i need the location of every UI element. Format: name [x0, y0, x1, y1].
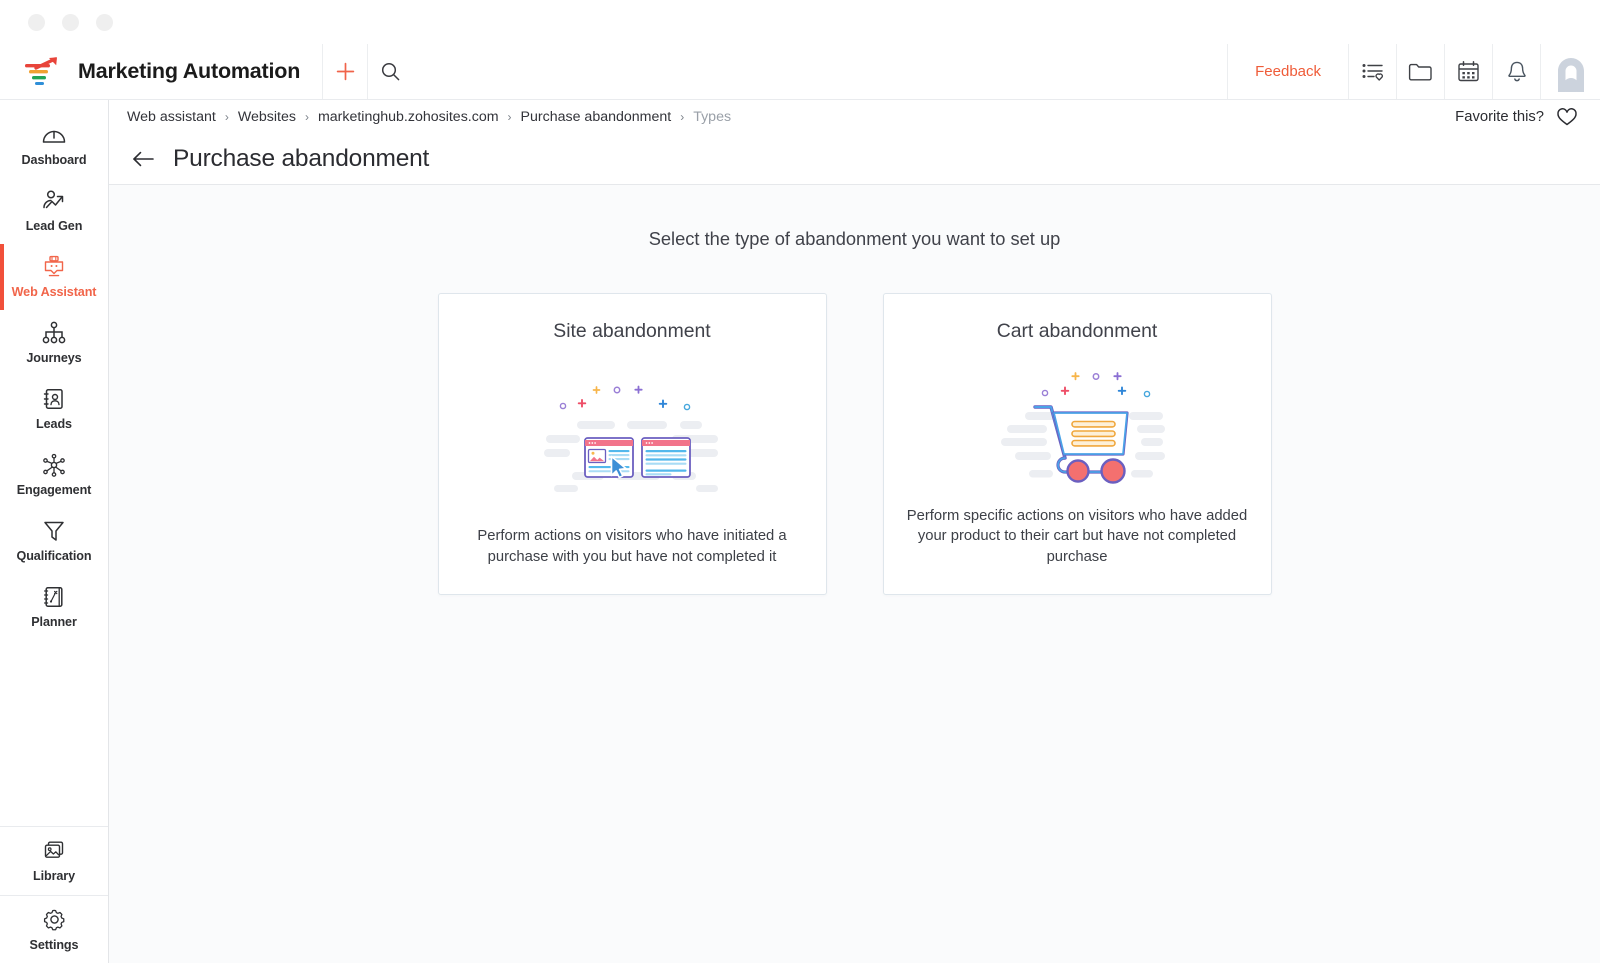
- two-browser-windows-with-cursor-illustration: [532, 372, 732, 497]
- favorite-this-button[interactable]: Favorite this?: [1455, 100, 1578, 134]
- window-close-dot[interactable]: [28, 14, 45, 31]
- breadcrumb-item-purchase-abandonment[interactable]: Purchase abandonment: [521, 109, 672, 125]
- breadcrumb-item-site[interactable]: marketinghub.zohosites.com: [318, 109, 499, 125]
- sidebar-primary-nav: Dashboard Lead Gen: [0, 100, 108, 640]
- sidebar-item-label: Lead Gen: [26, 219, 83, 233]
- breadcrumb-separator: ›: [508, 110, 512, 124]
- back-arrow-icon: [131, 150, 155, 168]
- saved-list-button[interactable]: [1348, 44, 1396, 99]
- sidebar-secondary-nav: Library Settings: [0, 826, 108, 963]
- calendar-button[interactable]: [1444, 44, 1492, 99]
- search-button[interactable]: [367, 44, 412, 99]
- favorite-label: Favorite this?: [1455, 109, 1544, 125]
- sidebar-item-web-assistant[interactable]: Web Assistant: [0, 244, 108, 310]
- brand[interactable]: Marketing Automation: [0, 44, 322, 99]
- folder-icon: [1408, 61, 1433, 83]
- card-cart-abandonment[interactable]: Cart abandonment: [883, 293, 1272, 595]
- shopping-cart-illustration: [977, 362, 1177, 487]
- sidebar-item-label: Leads: [36, 417, 72, 431]
- search-icon: [380, 61, 401, 82]
- gauge-icon: [41, 123, 67, 147]
- sidebar-item-qualification[interactable]: Qualification: [0, 508, 108, 574]
- card-site-abandonment[interactable]: Site abandonment: [438, 293, 827, 595]
- sidebar-item-label: Library: [33, 869, 75, 883]
- sidebar-item-label: Journeys: [26, 351, 81, 365]
- breadcrumb-separator: ›: [225, 110, 229, 124]
- list-favorite-icon: [1361, 61, 1385, 83]
- header-spacer: [412, 44, 1227, 99]
- sidebar-item-lead-gen[interactable]: Lead Gen: [0, 178, 108, 244]
- notifications-button[interactable]: [1492, 44, 1540, 99]
- main-column: Web assistant › Websites › marketinghub.…: [109, 100, 1600, 963]
- back-button[interactable]: [131, 150, 155, 168]
- sidebar: Dashboard Lead Gen: [0, 100, 109, 963]
- library-icon: [41, 839, 67, 863]
- breadcrumb: Web assistant › Websites › marketinghub.…: [109, 100, 1600, 134]
- sidebar-item-label: Settings: [30, 938, 79, 952]
- lead-gen-icon: [40, 189, 68, 213]
- sidebar-item-label: Engagement: [17, 483, 92, 497]
- sidebar-item-journeys[interactable]: Journeys: [0, 310, 108, 376]
- zoho-marketing-arrow-logo-icon: [22, 55, 64, 89]
- content-canvas: Select the type of abandonment you want …: [109, 185, 1600, 963]
- card-title: Site abandonment: [553, 320, 710, 343]
- sidebar-item-dashboard[interactable]: Dashboard: [0, 112, 108, 178]
- sidebar-item-settings[interactable]: Settings: [0, 895, 108, 963]
- calendar-icon: [1457, 60, 1480, 83]
- app-title: Marketing Automation: [78, 59, 300, 84]
- sidebar-item-engagement[interactable]: Engagement: [0, 442, 108, 508]
- sidebar-item-label: Web Assistant: [12, 285, 97, 299]
- body: Dashboard Lead Gen: [0, 100, 1600, 963]
- window-maximize-dot[interactable]: [96, 14, 113, 31]
- funnel-icon: [42, 519, 66, 543]
- add-button[interactable]: [322, 44, 367, 99]
- engagement-icon: [41, 453, 67, 477]
- card-title: Cart abandonment: [997, 320, 1158, 343]
- plus-icon: [335, 61, 356, 82]
- sidebar-item-library[interactable]: Library: [0, 827, 108, 895]
- files-button[interactable]: [1396, 44, 1444, 99]
- web-assistant-icon: [41, 255, 67, 279]
- card-description: Perform actions on visitors who have ini…: [439, 526, 826, 567]
- breadcrumb-item-types: Types: [693, 109, 731, 125]
- heart-icon: [1556, 107, 1578, 127]
- gear-icon: [42, 907, 67, 932]
- planner-icon: [42, 585, 66, 609]
- journeys-icon: [41, 321, 67, 345]
- feedback-button[interactable]: Feedback: [1227, 44, 1348, 99]
- avatar-button[interactable]: [1540, 44, 1600, 99]
- sidebar-item-leads[interactable]: Leads: [0, 376, 108, 442]
- card-illustration-wrapper: [439, 343, 826, 526]
- avatar-icon: [1551, 52, 1591, 92]
- feedback-label: Feedback: [1255, 63, 1321, 80]
- app-header: Marketing Automation Feedback: [0, 44, 1600, 100]
- bell-icon: [1506, 60, 1528, 83]
- abandonment-type-cards: Site abandonment: [109, 293, 1600, 595]
- card-illustration-wrapper: [884, 343, 1271, 506]
- breadcrumb-item-websites[interactable]: Websites: [238, 109, 296, 125]
- window-chrome: [0, 0, 1600, 44]
- page-title-bar: Purchase abandonment: [109, 134, 1600, 185]
- leads-icon: [42, 387, 66, 411]
- window-minimize-dot[interactable]: [62, 14, 79, 31]
- page-title: Purchase abandonment: [173, 145, 429, 173]
- breadcrumb-item-web-assistant[interactable]: Web assistant: [127, 109, 216, 125]
- sidebar-item-label: Dashboard: [22, 153, 87, 167]
- canvas-heading: Select the type of abandonment you want …: [109, 228, 1600, 250]
- card-description: Perform specific actions on visitors who…: [884, 506, 1271, 568]
- breadcrumb-separator: ›: [680, 110, 684, 124]
- sidebar-item-label: Qualification: [17, 549, 92, 563]
- sidebar-item-label: Planner: [31, 615, 77, 629]
- sidebar-item-planner[interactable]: Planner: [0, 574, 108, 640]
- breadcrumb-separator: ›: [305, 110, 309, 124]
